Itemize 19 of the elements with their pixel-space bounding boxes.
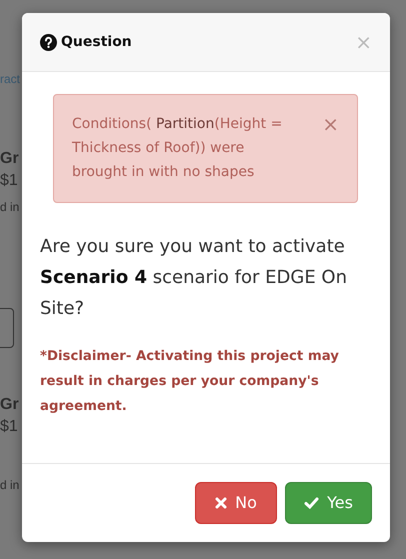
- check-icon: [304, 497, 320, 509]
- disclaimer-text: *Disclaimer- Activating this project may result in charges per your company's agreement.: [40, 348, 340, 416]
- note-text: d in: [0, 477, 20, 494]
- close-button[interactable]: ×: [322, 114, 339, 134]
- item-title: Gr: [0, 395, 20, 415]
- dialog-title: Question: [61, 32, 132, 52]
- confirmation-message: Are you sure you want to activate Scenario 4 scenario for EDGE On Site?: [40, 235, 348, 321]
- help-icon: [40, 34, 57, 50]
- no-button[interactable]: No: [195, 482, 277, 524]
- price-text: $1: [0, 417, 19, 437]
- item-title: Gr: [0, 149, 20, 169]
- cross-icon: [215, 497, 228, 509]
- note-text: d in: [0, 199, 20, 216]
- close-button[interactable]: ×: [355, 32, 372, 52]
- background-button[interactable]: [0, 308, 14, 348]
- yes-button[interactable]: Yes: [285, 482, 372, 524]
- alert-message: Conditions( Partition(Height = Thickness of Roof)) were brought in with no shapes: [72, 115, 284, 182]
- price-text: $1: [0, 171, 19, 191]
- link-text[interactable]: ract: [0, 68, 22, 90]
